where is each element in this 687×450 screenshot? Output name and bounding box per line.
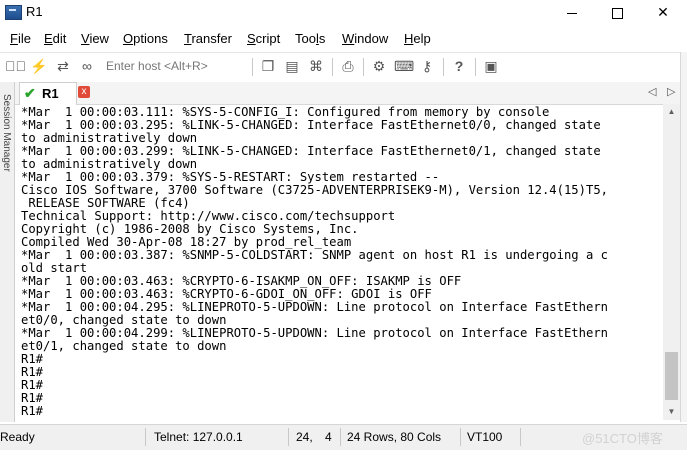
menu-script-rest: cript	[255, 31, 281, 46]
status-bar: Ready Telnet: 127.0.0.1 24, 4 24 Rows, 8…	[0, 424, 687, 450]
scroll-up-icon[interactable]: ▲	[663, 104, 680, 120]
terminal-line: R1#	[21, 365, 44, 379]
tab-close-icon[interactable]: x	[78, 86, 90, 98]
copy-icon[interactable]: ❐	[259, 57, 277, 75]
lightning-icon[interactable]: ⚡	[30, 57, 48, 75]
status-divider	[340, 428, 341, 446]
menu-options[interactable]: Options	[123, 31, 168, 46]
menu-tools[interactable]: Tools	[295, 31, 325, 46]
tab-r1[interactable]: ✔ R1	[19, 82, 77, 105]
terminal-line: R1#	[21, 391, 44, 405]
maximize-button[interactable]	[594, 0, 640, 26]
toolbar-separator	[332, 58, 333, 76]
watermark: @51CTO博客	[582, 431, 663, 446]
app-icon	[5, 5, 22, 20]
status-size: 24 Rows, 80 Cols	[347, 430, 442, 444]
menu-help[interactable]: Help	[404, 31, 431, 46]
right-edge-strip	[680, 52, 687, 422]
window-title: R1	[26, 4, 43, 19]
binoculars-icon[interactable]: ⌘	[307, 57, 325, 75]
status-divider	[520, 428, 521, 446]
terminal-line: *Mar 1 00:00:03.387: %SNMP-5-COLDSTART: …	[21, 248, 608, 262]
close-button[interactable]: ✕	[640, 0, 686, 26]
connected-check-icon: ✔	[24, 85, 36, 101]
enter-host-input[interactable]: Enter host <Alt+R>	[106, 59, 208, 73]
tab-prev-icon[interactable]: ◁	[648, 85, 656, 98]
print-icon[interactable]: ⎙	[339, 57, 357, 75]
menu-transfer-rest: ransfer	[191, 31, 232, 46]
terminal-line: R1#	[21, 352, 44, 366]
status-connection: Telnet: 127.0.0.1	[154, 430, 243, 444]
menu-window-rest: indow	[354, 31, 389, 46]
tab-bar: ✔ R1 x ◁ ▷	[15, 82, 687, 105]
status-col: 4	[325, 430, 332, 444]
reconnect-icon[interactable]: ⇄	[54, 57, 72, 75]
scrollbar-thumb[interactable]	[665, 352, 678, 400]
map-icon[interactable]: ⋮⃝	[5, 57, 26, 75]
menu-tools-pre: Too	[295, 31, 316, 46]
menu-edit[interactable]: Edit	[44, 31, 66, 46]
tab-next-icon[interactable]: ▷	[667, 85, 675, 98]
status-ready: Ready	[0, 430, 35, 444]
paste-icon[interactable]: ▤	[283, 57, 301, 75]
menu-file[interactable]: File	[10, 31, 31, 46]
terminal-line: et0/1, changed state to down	[21, 339, 227, 353]
menu-view-rest: iew	[89, 31, 109, 46]
menu-tools-rest: s	[318, 31, 326, 46]
menu-help-rest: elp	[413, 31, 431, 46]
status-divider	[460, 428, 461, 446]
toolbar-separator	[475, 58, 476, 76]
menu-script[interactable]: Script	[247, 31, 280, 46]
toolbar: ⋮⃝ ⚡ ⇄ ∞ Enter host <Alt+R> ❐ ▤ ⌘ ⎙ ⚙ ⌨ …	[0, 52, 687, 81]
tab-label: R1	[42, 86, 59, 101]
status-divider	[288, 428, 289, 446]
gear-icon[interactable]: ⚙	[370, 57, 388, 75]
terminal-line: R1#	[21, 378, 44, 392]
menu-edit-rest: dit	[52, 31, 67, 46]
menu-transfer[interactable]: Transfer	[184, 31, 232, 46]
image-icon[interactable]: ▣	[482, 57, 500, 75]
session-manager-panel[interactable]: Session Manager	[0, 82, 15, 422]
link-icon[interactable]: ∞	[78, 57, 96, 75]
help-icon[interactable]: ?	[450, 57, 468, 75]
session-manager-label: Session Manager	[1, 94, 12, 172]
key-icon[interactable]: ⚷	[418, 57, 436, 75]
toolbar-separator	[252, 58, 253, 76]
terminal-line: R1#	[21, 404, 44, 418]
minimize-button[interactable]	[549, 0, 595, 26]
status-row: 24,	[296, 430, 313, 444]
vertical-scrollbar[interactable]: ▲ ▼	[663, 104, 680, 420]
keyboard-icon[interactable]: ⌨	[394, 57, 414, 75]
title-bar: R1 ✕	[0, 0, 687, 26]
menu-options-rest: ptions	[133, 31, 168, 46]
toolbar-separator	[443, 58, 444, 76]
menu-view[interactable]: View	[81, 31, 109, 46]
status-terminal-type: VT100	[467, 430, 503, 444]
scroll-down-icon[interactable]: ▼	[663, 404, 680, 420]
status-divider	[145, 428, 146, 446]
terminal-output[interactable]: *Mar 1 00:00:03.111: %SYS-5-CONFIG_I: Co…	[17, 106, 663, 420]
menu-file-rest: ile	[17, 31, 31, 46]
menu-bar: File Edit View Options Transfer Script T…	[0, 28, 687, 50]
toolbar-separator	[363, 58, 364, 76]
menu-window[interactable]: Window	[342, 31, 388, 46]
